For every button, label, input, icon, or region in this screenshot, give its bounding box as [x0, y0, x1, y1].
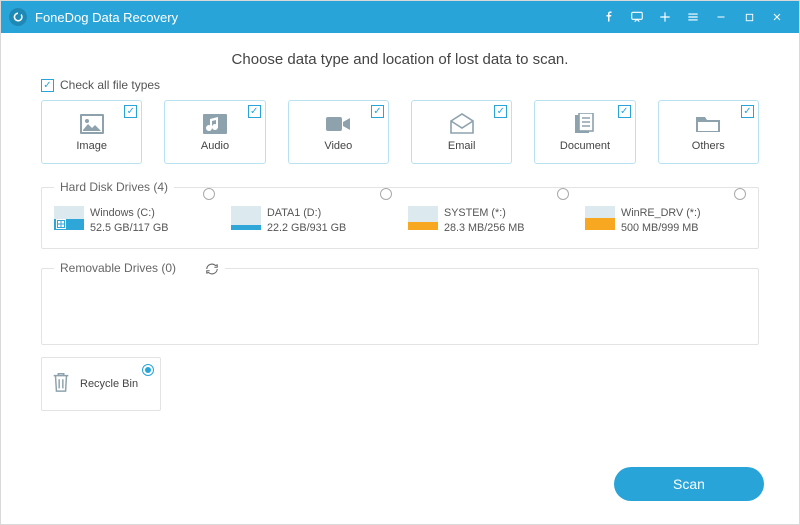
add-icon[interactable]	[651, 1, 679, 33]
drive-name: DATA1 (D:)	[267, 206, 346, 221]
titlebar: FoneDog Data Recovery	[1, 1, 799, 33]
folder-icon	[694, 112, 722, 136]
scan-button[interactable]: Scan	[614, 467, 764, 501]
drive-radio[interactable]	[734, 188, 746, 200]
minimize-button[interactable]	[707, 1, 735, 33]
drive-size: 22.2 GB/931 GB	[267, 221, 346, 236]
hdd-legend: Hard Disk Drives (4)	[54, 180, 174, 194]
email-icon	[448, 112, 476, 136]
type-audio[interactable]: ✓ Audio	[164, 100, 265, 164]
type-document[interactable]: ✓ Document	[534, 100, 635, 164]
hdd-group: Hard Disk Drives (4) Windows (C:)52.5 GB…	[41, 180, 759, 249]
type-video-checkbox[interactable]: ✓	[371, 105, 384, 118]
app-title: FoneDog Data Recovery	[35, 10, 178, 25]
check-all-label: Check all file types	[60, 78, 160, 92]
drive-radio[interactable]	[203, 188, 215, 200]
type-image-checkbox[interactable]: ✓	[124, 105, 137, 118]
audio-icon	[201, 112, 229, 136]
video-icon	[324, 112, 352, 136]
facebook-icon[interactable]	[595, 1, 623, 33]
drive-name: Windows (C:)	[90, 206, 168, 221]
image-icon	[78, 112, 106, 136]
recycle-radio[interactable]	[142, 364, 154, 376]
drive-icon	[54, 206, 84, 230]
check-all-checkbox[interactable]: ✓	[41, 79, 54, 92]
type-email-checkbox[interactable]: ✓	[494, 105, 507, 118]
type-audio-checkbox[interactable]: ✓	[248, 105, 261, 118]
drive-name: WinRE_DRV (*:)	[621, 206, 701, 221]
drive-radio[interactable]	[380, 188, 392, 200]
type-image[interactable]: ✓ Image	[41, 100, 142, 164]
menu-icon[interactable]	[679, 1, 707, 33]
drive-icon	[231, 206, 261, 230]
drive-item[interactable]: Windows (C:)52.5 GB/117 GB	[54, 204, 215, 236]
drive-size: 28.3 MB/256 MB	[444, 221, 524, 236]
document-icon	[571, 112, 599, 136]
maximize-button[interactable]	[735, 1, 763, 33]
file-types-row: ✓ Image ✓ Audio ✓ Video ✓ Email	[41, 100, 759, 164]
check-all-row[interactable]: ✓ Check all file types	[41, 78, 759, 92]
trash-icon	[50, 370, 72, 399]
type-document-checkbox[interactable]: ✓	[618, 105, 631, 118]
refresh-icon[interactable]	[205, 262, 219, 276]
drive-item[interactable]: DATA1 (D:)22.2 GB/931 GB	[231, 204, 392, 236]
feedback-icon[interactable]	[623, 1, 651, 33]
app-logo	[9, 8, 27, 26]
type-video[interactable]: ✓ Video	[288, 100, 389, 164]
removable-legend: Removable Drives (0)	[60, 261, 176, 275]
drive-item[interactable]: WinRE_DRV (*:)500 MB/999 MB	[585, 204, 746, 236]
recycle-label: Recycle Bin	[80, 378, 138, 390]
close-button[interactable]	[763, 1, 791, 33]
drive-icon	[408, 206, 438, 230]
drive-name: SYSTEM (*:)	[444, 206, 524, 221]
removable-group: Removable Drives (0)	[41, 261, 759, 345]
drive-radio[interactable]	[557, 188, 569, 200]
type-others[interactable]: ✓ Others	[658, 100, 759, 164]
type-email[interactable]: ✓ Email	[411, 100, 512, 164]
drive-item[interactable]: SYSTEM (*:)28.3 MB/256 MB	[408, 204, 569, 236]
page-heading: Choose data type and location of lost da…	[1, 51, 799, 68]
type-others-checkbox[interactable]: ✓	[741, 105, 754, 118]
drive-icon	[585, 206, 615, 230]
recycle-bin-card[interactable]: Recycle Bin	[41, 357, 161, 411]
drive-size: 52.5 GB/117 GB	[90, 221, 168, 236]
drive-size: 500 MB/999 MB	[621, 221, 701, 236]
